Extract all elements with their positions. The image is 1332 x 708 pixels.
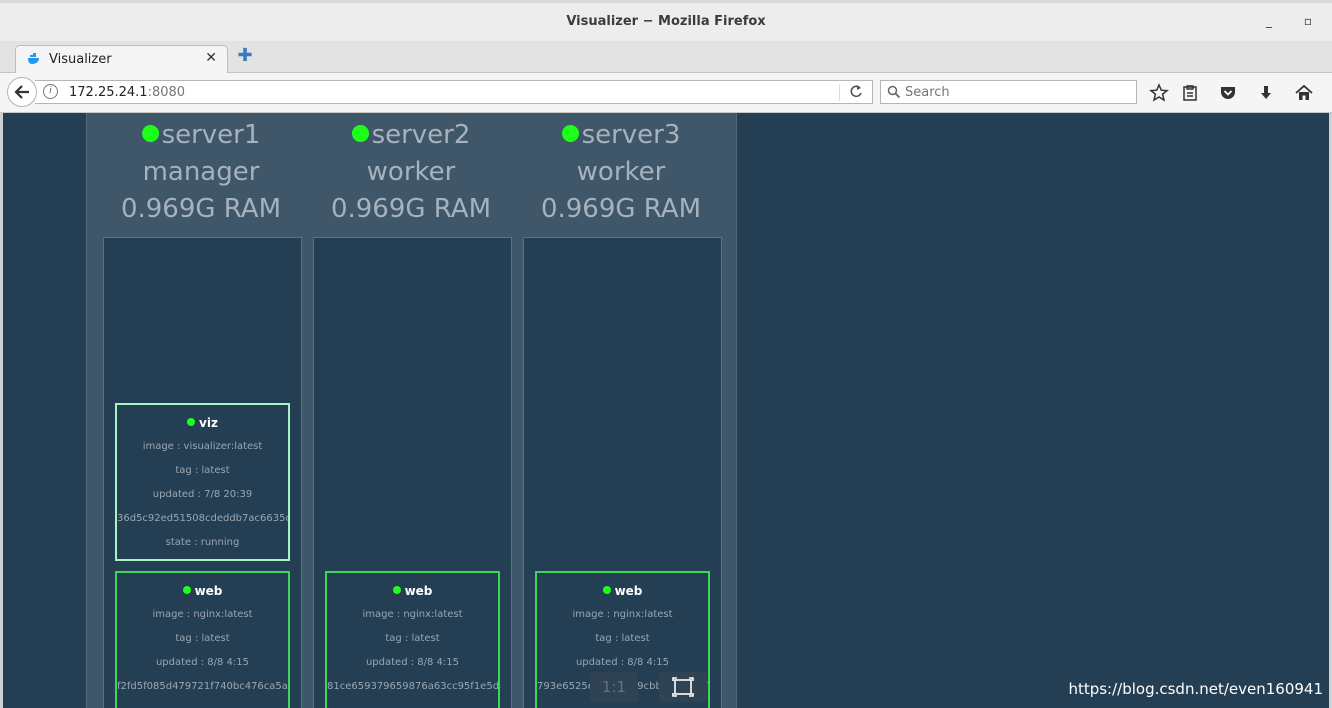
task-name-text: viz [199, 416, 218, 430]
address-host: 172.25.24.1 [69, 85, 148, 100]
tab-strip: Visualizer ✕ ✚ [0, 41, 1332, 73]
tab-label: Visualizer [49, 52, 112, 67]
node-ram: 0.969G RAM [540, 194, 702, 224]
task-id: 81ce659379659876a63cc95f1e5db [327, 681, 500, 692]
task-card-web[interactable]: web image : nginx:latest tag : latest up… [115, 571, 290, 708]
tab-visualizer[interactable]: Visualizer ✕ [15, 45, 228, 73]
task-image: image : visualizer:latest [142, 441, 263, 452]
task-card-web[interactable]: web image : nginx:latest tag : latest up… [325, 571, 500, 708]
node-ram: 0.969G RAM [330, 194, 492, 224]
node-hostname: server3 [581, 120, 681, 150]
task-id: 36d5c92ed51508cdeddb7ac6635cf [117, 513, 290, 524]
task-state: state : running [165, 537, 240, 548]
task-image: image : nginx:latest [572, 609, 673, 620]
node-server2: server2 worker 0.969G RAM web image : ng… [306, 113, 516, 708]
node-server1: server1 manager 0.969G RAM viz image : v… [96, 113, 306, 708]
task-name: viz [117, 415, 288, 431]
node-server3: server3 worker 0.969G RAM web image : ng… [516, 113, 726, 708]
task-name-text: web [614, 584, 643, 598]
address-port: :8080 [147, 85, 186, 100]
task-name: web [327, 583, 498, 599]
download-icon[interactable] [1256, 83, 1276, 103]
address-url[interactable]: 172.25.24.1:8080 [69, 85, 185, 100]
node-task-lane: web image : nginx:latest tag : latest up… [523, 237, 722, 708]
search-box[interactable] [880, 80, 1137, 104]
back-button[interactable] [7, 77, 37, 107]
task-updated: updated : 8/8 4:15 [365, 657, 460, 668]
node-task-lane: viz image : visualizer:latest tag : late… [103, 237, 302, 708]
node-name: server2 [306, 117, 516, 154]
search-input[interactable] [905, 84, 1125, 100]
address-bar[interactable]: i 172.25.24.1:8080 [35, 80, 873, 104]
node-task-lane: web image : nginx:latest tag : latest up… [313, 237, 512, 708]
status-dot [351, 125, 369, 142]
node-role: worker [366, 157, 456, 187]
node-hostname: server1 [161, 120, 261, 150]
navigation-toolbar: i 172.25.24.1:8080 [0, 73, 1332, 113]
address-divider [839, 84, 840, 101]
node-name: server1 [96, 117, 306, 154]
window-title: Visualizer − Mozilla Firefox [566, 14, 766, 29]
status-dot [392, 586, 401, 594]
task-name: web [537, 583, 708, 599]
home-icon[interactable] [1294, 83, 1314, 103]
star-icon[interactable] [1149, 83, 1169, 103]
fullscreen-icon [672, 677, 694, 697]
task-name-text: web [404, 584, 433, 598]
task-image: image : nginx:latest [152, 609, 253, 620]
minimize-button[interactable]: _ [1261, 13, 1277, 29]
node-ram: 0.969G RAM [120, 194, 282, 224]
docker-whale-icon [28, 53, 39, 64]
task-updated: updated : 7/8 20:39 [152, 489, 253, 500]
site-info-icon[interactable]: i [43, 84, 58, 99]
page-viewport: server1 manager 0.969G RAM viz image : v… [3, 113, 1329, 708]
window-titlebar: Visualizer − Mozilla Firefox _ ▫ [0, 3, 1332, 41]
status-dot [182, 586, 191, 594]
status-dot [141, 125, 159, 142]
node-name: server3 [516, 117, 726, 154]
zoom-reset-button[interactable]: 1:1 [590, 672, 638, 702]
task-image: image : nginx:latest [362, 609, 463, 620]
back-arrow-icon [14, 85, 29, 99]
maximize-button[interactable]: ▫ [1300, 13, 1316, 29]
search-icon [887, 85, 901, 99]
node-role: worker [576, 157, 666, 187]
task-updated: updated : 8/8 4:15 [155, 657, 250, 668]
node-hostname: server2 [371, 120, 471, 150]
close-tab-icon[interactable]: ✕ [205, 50, 217, 66]
status-dot [187, 418, 196, 426]
task-tag: tag : latest [595, 633, 650, 644]
status-dot [561, 125, 579, 142]
reading-list-icon[interactable] [1180, 83, 1200, 103]
task-tag: tag : latest [385, 633, 440, 644]
task-tag: tag : latest [175, 465, 230, 476]
task-tag: tag : latest [175, 633, 230, 644]
node-role: manager [142, 157, 260, 187]
task-name: web [117, 583, 288, 599]
fullscreen-button[interactable] [659, 672, 707, 702]
task-id: f2fd5f085d479721f740bc476ca5a6 [117, 681, 290, 692]
task-card-viz[interactable]: viz image : visualizer:latest tag : late… [115, 403, 290, 561]
new-tab-button[interactable]: ✚ [236, 47, 254, 65]
watermark-url: https://blog.csdn.net/even160941 [1068, 680, 1323, 698]
swarm-cluster: server1 manager 0.969G RAM viz image : v… [86, 113, 737, 708]
task-name-text: web [194, 584, 223, 598]
status-dot [602, 586, 611, 594]
reload-icon[interactable] [848, 83, 864, 101]
pocket-icon[interactable] [1218, 83, 1238, 103]
